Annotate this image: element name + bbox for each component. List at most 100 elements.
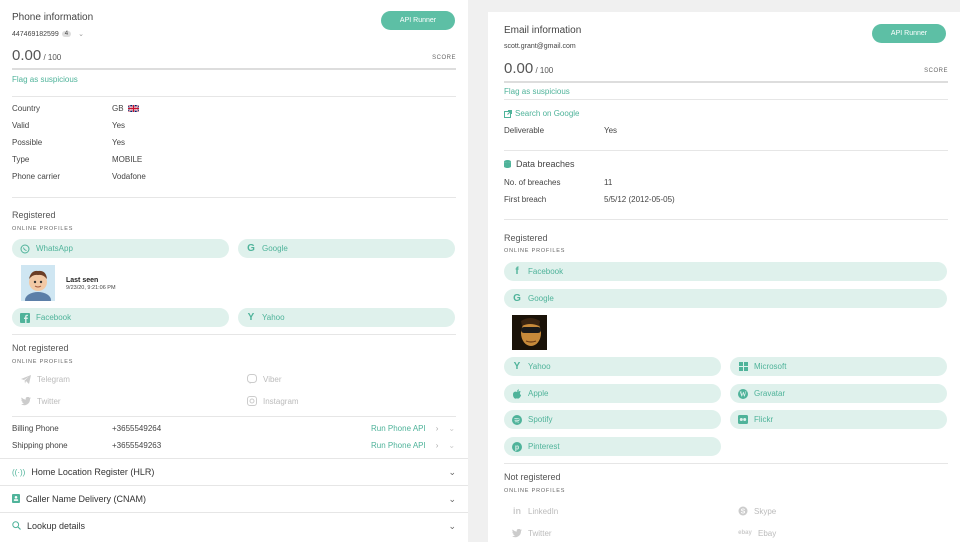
- accordion-lookup-details[interactable]: Lookup details ⌄: [0, 512, 468, 539]
- apple-icon: [512, 388, 522, 399]
- profile-pinterest[interactable]: p Pinterest: [504, 437, 721, 456]
- first-breach-label: First breach: [504, 195, 547, 204]
- profile-viber: Viber: [247, 374, 282, 384]
- email-score: 0.00 / 100 SCORE: [504, 60, 948, 83]
- profile-yahoo[interactable]: Y Yahoo: [238, 308, 455, 327]
- detail-key: Phone carrier: [12, 172, 61, 181]
- email-api-runner-button[interactable]: API Runner: [872, 24, 946, 43]
- profile-label: Viber: [263, 374, 282, 384]
- divider: [504, 463, 948, 464]
- profile-label: Spotify: [528, 415, 553, 424]
- deliverable-value: Yes: [604, 126, 618, 135]
- last-seen-label: Last seen: [66, 277, 99, 284]
- whatsapp-icon: [20, 244, 30, 254]
- accordion-cnam[interactable]: Caller Name Delivery (CNAM) ⌄: [0, 485, 468, 512]
- yahoo-icon: Y: [513, 361, 521, 372]
- email-score-label: SCORE: [924, 68, 948, 74]
- profile-twitter: Twitter: [21, 396, 61, 406]
- profile-label: Apple: [528, 389, 549, 398]
- profile-microsoft[interactable]: Microsoft: [730, 357, 947, 376]
- accordion-label: Lookup details: [27, 521, 86, 531]
- profile-whatsapp[interactable]: WhatsApp: [12, 239, 229, 258]
- skype-icon: S: [738, 506, 748, 516]
- database-icon: [504, 160, 511, 168]
- profile-label: Google: [528, 294, 554, 303]
- email-panel: Email information scott.grant@gmail.com …: [488, 12, 960, 542]
- detail-key: Valid: [12, 121, 30, 130]
- divider: [12, 334, 456, 335]
- antenna-icon: ((·)): [12, 467, 26, 477]
- google-avatar: [512, 315, 547, 350]
- detail-value: GB: [112, 104, 124, 113]
- email-flag-link[interactable]: Flag as suspicious: [504, 87, 570, 96]
- profile-label: Yahoo: [262, 313, 285, 322]
- profile-facebook[interactable]: Facebook: [12, 308, 229, 327]
- profile-label: Pinterest: [528, 442, 560, 451]
- profile-label: Flickr: [754, 415, 774, 424]
- whatsapp-avatar: [21, 265, 55, 301]
- uk-flag-icon: [127, 105, 139, 112]
- detail-key: Country: [12, 104, 41, 113]
- id-card-icon: [12, 493, 20, 505]
- phone-score-value: 0.00: [12, 47, 42, 64]
- divider: [504, 150, 948, 151]
- phone-score-max: / 100: [43, 53, 62, 62]
- profile-ebay: ebay Ebay: [738, 528, 776, 538]
- billing-run-phone-api[interactable]: Run Phone API › ⌄: [371, 424, 455, 433]
- phone-info-title: Phone information: [12, 12, 94, 23]
- divider: [12, 96, 456, 97]
- search-on-google-link[interactable]: Search on Google: [504, 109, 580, 118]
- accordion-hlr[interactable]: ((·)) Home Location Register (HLR) ⌄: [0, 458, 468, 485]
- profile-skype: S Skype: [738, 506, 776, 516]
- online-profiles-label: ONLINE PROFILES: [504, 488, 566, 494]
- linkedin-icon: in: [513, 506, 521, 516]
- profile-google[interactable]: G Google: [504, 289, 947, 308]
- ebay-icon: ebay: [738, 530, 752, 536]
- deliverable-label: Deliverable: [504, 126, 545, 135]
- profile-label: Microsoft: [754, 362, 787, 371]
- profile-gravatar[interactable]: W Gravatar: [730, 384, 947, 403]
- profile-apple[interactable]: Apple: [504, 384, 721, 403]
- accordion-label: Caller Name Delivery (CNAM): [26, 494, 147, 504]
- google-icon: G: [513, 293, 521, 304]
- profile-instagram: Instagram: [247, 396, 299, 406]
- profile-label: LinkedIn: [528, 506, 559, 516]
- breaches-count-value: 11: [604, 178, 613, 187]
- telegram-icon: [21, 374, 31, 384]
- profile-label: Twitter: [528, 528, 552, 538]
- registered-title: Registered: [12, 210, 56, 220]
- shipping-run-phone-api[interactable]: Run Phone API › ⌄: [371, 441, 455, 450]
- profile-facebook[interactable]: f Facebook: [504, 262, 947, 281]
- twitter-icon: [21, 396, 31, 406]
- run-phone-api-label: Run Phone API: [371, 424, 426, 433]
- external-link-icon: [504, 109, 512, 118]
- divider: [12, 197, 456, 198]
- profile-google[interactable]: G Google: [238, 239, 455, 258]
- phone-number-row[interactable]: 447469182599 4 ⌄: [12, 30, 84, 39]
- email-score-max: / 100: [535, 66, 554, 75]
- svg-text:W: W: [740, 390, 747, 398]
- phone-api-runner-button[interactable]: API Runner: [381, 11, 455, 30]
- profile-telegram: Telegram: [21, 374, 70, 384]
- viber-icon: [247, 374, 257, 384]
- chevron-right-icon: ›: [435, 424, 439, 433]
- flickr-icon: [738, 415, 748, 425]
- profile-label: Gravatar: [754, 389, 786, 398]
- profile-yahoo[interactable]: Y Yahoo: [504, 357, 721, 376]
- phone-count-badge: 4: [61, 31, 72, 37]
- detail-value: Yes: [112, 138, 126, 147]
- phone-flag-link[interactable]: Flag as suspicious: [12, 75, 78, 84]
- not-registered-title: Not registered: [12, 343, 69, 353]
- profile-flickr[interactable]: Flickr: [730, 410, 947, 429]
- wordpress-icon: W: [738, 388, 748, 399]
- profile-label: Facebook: [528, 267, 564, 276]
- facebook-icon: f: [515, 266, 519, 277]
- phone-score-label: SCORE: [432, 55, 456, 61]
- profile-label: Google: [262, 244, 288, 253]
- detail-key: Type: [12, 155, 30, 164]
- search-on-google-label: Search on Google: [515, 109, 580, 118]
- profile-spotify[interactable]: Spotify: [504, 410, 721, 429]
- profile-label: Yahoo: [528, 362, 551, 371]
- profile-twitter: Twitter: [512, 528, 552, 538]
- detail-value: Yes: [112, 121, 126, 130]
